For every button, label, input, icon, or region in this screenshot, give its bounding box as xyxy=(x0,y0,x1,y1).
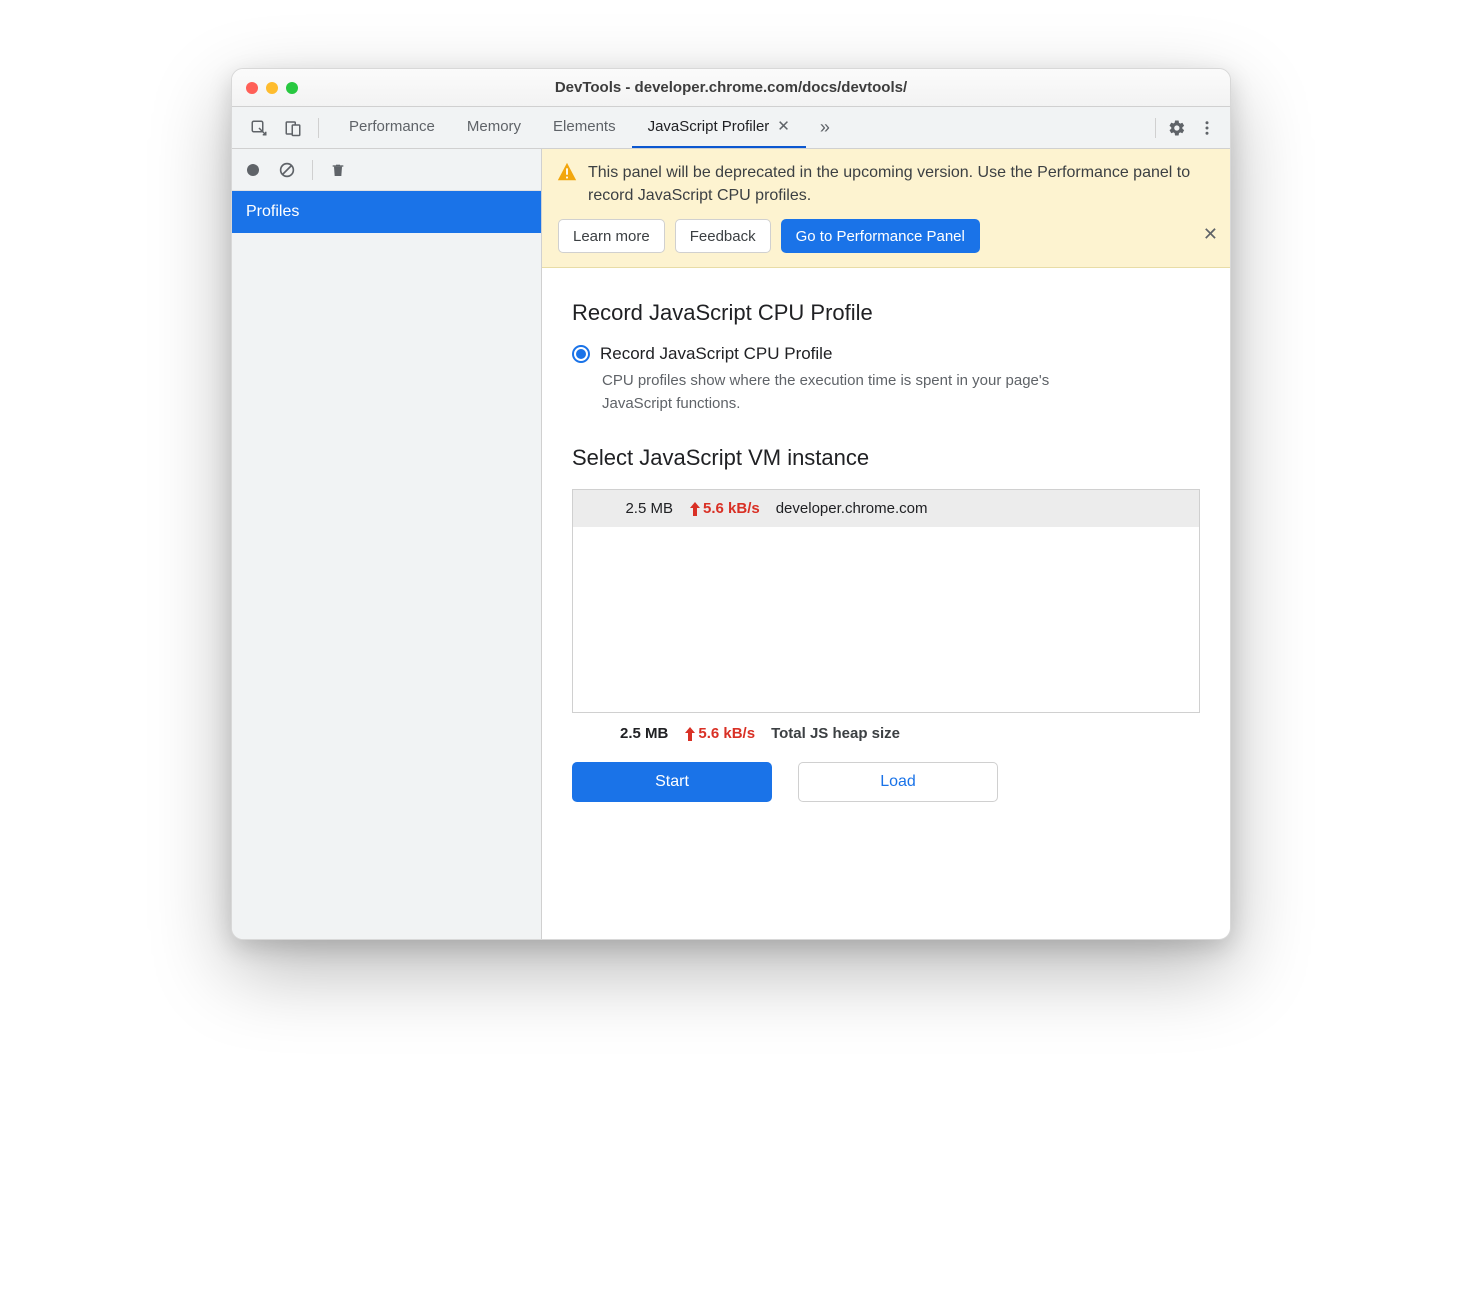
radio-description: CPU profiles show where the execution ti… xyxy=(602,370,1122,415)
sidebar-item-label: Profiles xyxy=(246,203,299,220)
more-tabs-icon[interactable]: » xyxy=(814,113,836,142)
radio-label: Record JavaScript CPU Profile xyxy=(600,344,832,364)
window-minimize-button[interactable] xyxy=(266,82,278,94)
feedback-button[interactable]: Feedback xyxy=(675,219,771,253)
device-toolbar-icon[interactable] xyxy=(278,113,308,143)
titlebar: DevTools - developer.chrome.com/docs/dev… xyxy=(232,69,1230,107)
tab-strip: Performance Memory Elements JavaScript P… xyxy=(232,107,1230,149)
sidebar-toolbar xyxy=(232,149,541,191)
warning-icon xyxy=(556,161,578,183)
learn-more-button[interactable]: Learn more xyxy=(558,219,665,253)
close-tab-icon[interactable]: ✕ xyxy=(777,119,790,134)
sidebar-item-profiles[interactable]: Profiles xyxy=(232,191,541,233)
separator xyxy=(312,160,313,180)
kebab-menu-icon[interactable] xyxy=(1192,113,1222,143)
record-cpu-profile-radio[interactable] xyxy=(572,345,590,363)
tab-elements[interactable]: Elements xyxy=(537,107,632,148)
tab-label: Memory xyxy=(467,118,521,135)
delete-icon[interactable] xyxy=(323,155,353,185)
total-size: 2.5 MB xyxy=(620,725,668,742)
banner-close-icon[interactable]: ✕ xyxy=(1203,224,1218,245)
total-caption: Total JS heap size xyxy=(771,725,900,742)
settings-icon[interactable] xyxy=(1162,113,1192,143)
tab-javascript-profiler[interactable]: JavaScript Profiler ✕ xyxy=(632,107,806,148)
tab-label: Performance xyxy=(349,118,435,135)
arrow-up-icon xyxy=(684,727,696,741)
sidebar: Profiles xyxy=(232,149,542,939)
vm-heading: Select JavaScript VM instance xyxy=(572,445,1200,471)
separator xyxy=(318,118,319,138)
inspect-element-icon[interactable] xyxy=(244,113,274,143)
clear-icon[interactable] xyxy=(272,155,302,185)
traffic-lights xyxy=(232,82,298,94)
record-icon[interactable] xyxy=(238,155,268,185)
tab-performance[interactable]: Performance xyxy=(333,107,451,148)
record-heading: Record JavaScript CPU Profile xyxy=(572,300,1200,326)
main-panel: This panel will be deprecated in the upc… xyxy=(542,149,1230,939)
vm-list: 2.5 MB 5.6 kB/s developer.chrome.com xyxy=(572,489,1200,713)
start-button[interactable]: Start xyxy=(572,762,772,802)
load-button[interactable]: Load xyxy=(798,762,998,802)
vm-rate: 5.6 kB/s xyxy=(689,500,760,517)
total-rate: 5.6 kB/s xyxy=(684,725,755,742)
total-heap-row: 2.5 MB 5.6 kB/s Total JS heap size xyxy=(572,713,1200,742)
arrow-up-icon xyxy=(689,502,701,516)
goto-performance-button[interactable]: Go to Performance Panel xyxy=(781,219,980,253)
tab-memory[interactable]: Memory xyxy=(451,107,537,148)
devtools-window: DevTools - developer.chrome.com/docs/dev… xyxy=(231,68,1231,940)
vm-size: 2.5 MB xyxy=(593,500,673,517)
vm-row[interactable]: 2.5 MB 5.6 kB/s developer.chrome.com xyxy=(573,490,1199,527)
banner-text: This panel will be deprecated in the upc… xyxy=(588,161,1192,207)
window-title: DevTools - developer.chrome.com/docs/dev… xyxy=(232,79,1230,96)
separator xyxy=(1155,118,1156,138)
window-close-button[interactable] xyxy=(246,82,258,94)
vm-host: developer.chrome.com xyxy=(776,500,928,517)
window-zoom-button[interactable] xyxy=(286,82,298,94)
deprecation-banner: This panel will be deprecated in the upc… xyxy=(542,149,1230,268)
tab-label: JavaScript Profiler xyxy=(648,118,770,135)
tab-label: Elements xyxy=(553,118,616,135)
